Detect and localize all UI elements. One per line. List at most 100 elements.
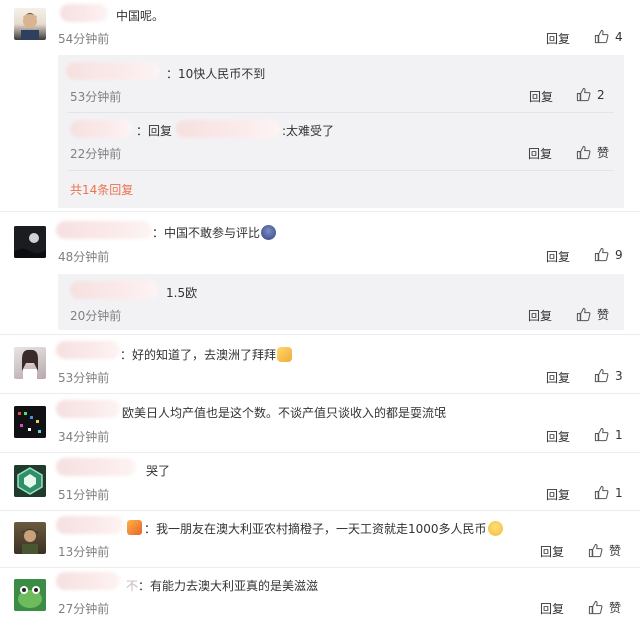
thumbs-up-icon [594,368,609,383]
reply-button[interactable]: 回复 [546,248,570,265]
comment-time: 13分钟前 [58,545,110,559]
avatar[interactable] [14,406,46,438]
comment-time: 34分钟前 [58,430,110,444]
comment-text-content: ：好的知道了，去澳洲了拜拜 [120,348,277,362]
reply-button[interactable]: 回复 [528,307,552,324]
reply-item: ：10快人民币不到 53分钟前 回复 2 [58,55,624,111]
thumbs-up-icon [594,247,609,262]
thumbs-up-icon [576,145,591,160]
comment-7: 不：有能力去澳大利亚真的是美滋滋 27分钟前 回复 赞 [0,568,640,625]
mention-obscured[interactable] [176,120,280,138]
like-count: 赞 [609,544,622,558]
comment-3: ：好的知道了，去澳洲了拜拜 53分钟前 回复 3 [0,335,640,393]
avatar[interactable] [14,579,46,611]
like-button[interactable]: 2 [576,87,605,102]
avatar[interactable] [14,347,46,379]
thumbs-up-icon [588,600,603,615]
thumbs-up-icon [594,427,609,442]
reply-button[interactable]: 回复 [529,88,553,105]
username-obscured[interactable] [56,221,152,239]
comment-4: 欧美日人均产值也是这个数。不谈产值只谈收入的都是耍流氓 34分钟前 回复 1 [0,394,640,452]
reply-time: 53分钟前 [70,90,122,104]
thumbs-up-icon [588,543,603,558]
username-obscured[interactable] [56,458,136,476]
username-obscured[interactable] [56,341,120,359]
username-obscured[interactable] [60,4,108,22]
like-count: 2 [597,87,605,102]
like-count: 赞 [609,601,622,615]
comment-1: 中国呢。 54分钟前 回复 4 ：10快人民币不到 53分钟前 回复 2 ：回复… [0,0,640,212]
comment-text-prefix: 不 [126,579,139,593]
thumbs-up-icon [594,29,609,44]
thumbs-up-icon [576,307,591,322]
reply-time: 20分钟前 [70,309,122,323]
like-count: 赞 [597,308,610,322]
username-obscured[interactable] [56,516,124,534]
username-obscured[interactable] [66,62,160,80]
comment-time: 48分钟前 [58,250,110,264]
avatar[interactable] [14,522,46,554]
replies-panel: 1.5欧 20分钟前 回复 赞 [58,274,624,330]
like-button[interactable]: 1 [594,485,623,500]
avatar[interactable] [14,465,46,497]
laughing-emoji-icon [487,521,503,536]
divider [68,170,614,171]
avatar[interactable] [14,8,46,40]
avatar-soldier-icon [22,529,38,554]
avatar-frog-icon [14,579,46,611]
reply-button[interactable]: 回复 [546,369,570,386]
comment-6: ：我一朋友在澳大利亚农村摘橙子，一天工资就走1000多人民币 13分钟前 回复 … [0,511,640,567]
reply-text: 1.5欧 [166,286,198,300]
like-count: 4 [615,29,623,44]
avatar-moon-icon [14,226,46,258]
like-button[interactable]: 3 [594,368,623,383]
reply-text-prefix: ：回复 [136,124,173,138]
reply-button[interactable]: 回复 [540,543,564,560]
username-obscured[interactable] [56,400,120,418]
reply-item: ：回复 :太难受了 22分钟前 回复 赞 [58,113,624,169]
like-count: 1 [615,485,623,500]
reply-text: ：10快人民币不到 [166,67,266,81]
reply-button[interactable]: 回复 [546,486,570,503]
reply-button[interactable]: 回复 [540,600,564,617]
comment-5: 哭了 51分钟前 回复 1 [0,453,640,511]
username-obscured[interactable] [70,120,132,138]
username-obscured[interactable] [70,281,158,299]
reply-button[interactable]: 回复 [528,145,552,162]
replies-panel: ：10快人民币不到 53分钟前 回复 2 ：回复 :太难受了 22分钟前 回复 … [58,55,624,208]
comment-text-content: ：我一朋友在澳大利亚农村摘橙子，一天工资就走1000多人民币 [144,522,487,536]
comment-text: 欧美日人均产值也是这个数。不谈产值只谈收入的都是耍流氓 [122,406,447,420]
grinning-emoji-icon [261,225,277,240]
like-button[interactable]: 赞 [588,599,621,616]
more-replies-link[interactable]: 共14条回复 [70,181,133,198]
like-count: 9 [615,247,623,262]
reply-item: 1.5欧 20分钟前 回复 赞 [58,274,624,330]
avatar-figure-icon [21,13,39,40]
comment-2: ：中国不敢参与评比 48分钟前 回复 9 1.5欧 20分钟前 回复 赞 [0,212,640,334]
like-button[interactable]: 赞 [576,144,609,161]
comment-time: 53分钟前 [58,371,110,385]
avatar[interactable] [14,226,46,258]
username-obscured[interactable] [56,572,120,590]
avatar-pixel-icon [14,406,46,438]
reply-button[interactable]: 回复 [546,428,570,445]
like-button[interactable]: 赞 [588,542,621,559]
reply-time: 22分钟前 [70,147,122,161]
comment-time: 51分钟前 [58,488,110,502]
thumbs-up-icon [594,485,609,500]
comment-text: 不：有能力去澳大利亚真的是美滋滋 [126,577,318,594]
reply-text: :太难受了 [282,124,335,138]
like-button[interactable]: 9 [594,247,623,262]
comment-time: 27分钟前 [58,602,110,616]
comment-time: 54分钟前 [58,32,110,46]
like-button[interactable]: 1 [594,427,623,442]
thumbs-up-icon [576,87,591,102]
like-button[interactable]: 赞 [576,306,609,323]
medal-emoji-icon [127,520,142,535]
comment-text: ：好的知道了，去澳洲了拜拜 [120,346,293,363]
comment-text: 中国呢。 [116,9,165,23]
comment-text-content: ：有能力去澳大利亚真的是美滋滋 [138,579,319,593]
like-button[interactable]: 4 [594,29,623,44]
like-count: 赞 [597,146,610,160]
reply-button[interactable]: 回复 [546,30,570,47]
